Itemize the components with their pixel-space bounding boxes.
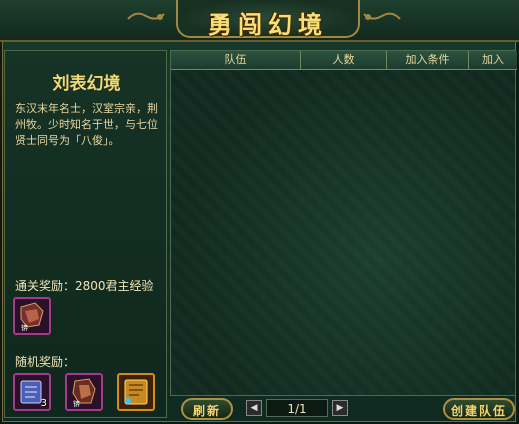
cloud-ornament-right-icon (363, 12, 401, 20)
refresh-button[interactable]: 刷新 (181, 398, 233, 420)
cloud-ornament-left-icon (127, 12, 165, 20)
instance-name: 刘表幻境 (52, 74, 121, 94)
column-join-condition[interactable]: 加入条件 (387, 51, 469, 69)
gold-tome-icon (124, 379, 148, 405)
prev-page-button[interactable]: ◀ (246, 400, 262, 416)
clear-reward-slot[interactable]: 锛 (13, 297, 51, 335)
item-quantity: 3 (40, 398, 47, 409)
clear-reward-label: 通关奖励：2800君主经验 (15, 279, 154, 293)
random-reward-slot-2[interactable]: 锛 (65, 373, 103, 411)
page-title: 勇闯幻境 (208, 10, 328, 39)
armor-piece-icon: 锛 (72, 378, 96, 408)
team-table-header: 队伍 人数 加入条件 加入 (171, 51, 517, 70)
random-reward-label: 随机奖励： (15, 355, 76, 369)
svg-text:锛: 锛 (21, 323, 28, 332)
page-indicator: 1/1 (266, 399, 328, 417)
random-reward-slot-1[interactable]: 3 (13, 373, 51, 411)
column-join[interactable]: 加入 (469, 51, 517, 69)
armor-piece-icon: 锛 (20, 302, 44, 332)
instance-info-panel: 刘表幻境 东汉末年名士，汉室宗亲，荆州牧。少时知名于世，与七位贤士同号为「八俊」… (4, 50, 167, 418)
arrow-left-icon: ◀ (250, 403, 258, 413)
svg-text:锛: 锛 (73, 399, 80, 408)
team-list-panel: 队伍 人数 加入条件 加入 (170, 50, 517, 396)
random-reward-slot-3[interactable] (117, 373, 155, 411)
arrow-right-icon: ▶ (336, 403, 344, 413)
instance-description: 东汉末年名士，汉室宗亲，荆州牧。少时知名于世，与七位贤士同号为「八俊」。 (15, 102, 158, 147)
title-banner: 勇闯幻境 (0, 0, 519, 42)
next-page-button[interactable]: ▶ (332, 400, 348, 416)
column-members[interactable]: 人数 (301, 51, 387, 69)
create-team-button[interactable]: 创建队伍 (443, 398, 515, 420)
column-team[interactable]: 队伍 (171, 51, 301, 69)
